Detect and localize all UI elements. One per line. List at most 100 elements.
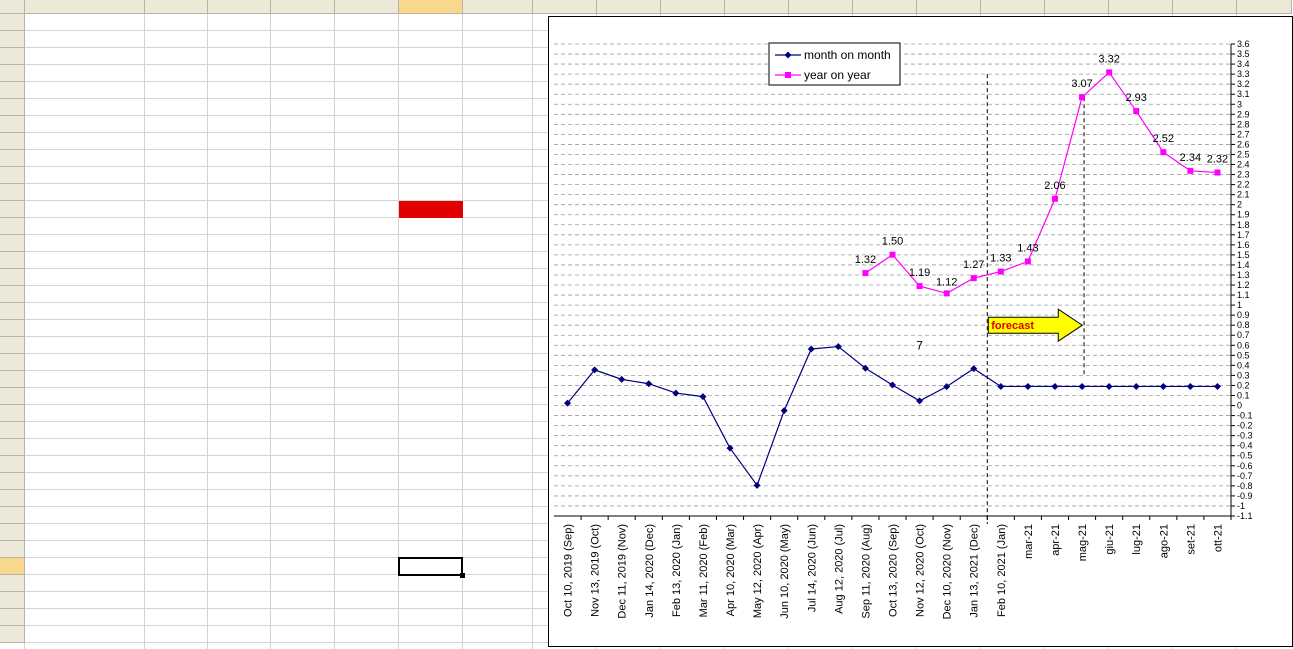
row-header-13[interactable] — [0, 218, 25, 235]
cell-c-17[interactable] — [208, 286, 271, 303]
header-cell-f[interactable] — [399, 14, 463, 31]
cell-a-3[interactable] — [25, 48, 145, 65]
cell-a-2[interactable] — [25, 31, 145, 48]
row-header-18[interactable] — [0, 303, 25, 320]
cell-f-22[interactable] — [399, 371, 463, 388]
cell-c-6[interactable] — [208, 99, 271, 116]
row-header-10[interactable] — [0, 167, 25, 184]
column-header-n[interactable] — [917, 0, 981, 14]
cell-c-5[interactable] — [208, 82, 271, 99]
cell-c-23[interactable] — [208, 388, 271, 405]
row-header-15[interactable] — [0, 252, 25, 269]
cell-a-21[interactable] — [25, 354, 145, 371]
column-header-o[interactable] — [981, 0, 1045, 14]
cell-c-10[interactable] — [208, 167, 271, 184]
row-header-30[interactable] — [0, 507, 25, 524]
cell-a-22[interactable] — [25, 371, 145, 388]
row-header-33[interactable] — [0, 558, 25, 575]
row-header-8[interactable] — [0, 133, 25, 150]
cell-a-17[interactable] — [25, 286, 145, 303]
cell-f-9[interactable] — [399, 150, 463, 167]
row-header-4[interactable] — [0, 65, 25, 82]
row-header-2[interactable] — [0, 31, 25, 48]
row-header-19[interactable] — [0, 320, 25, 337]
column-header-q[interactable] — [1109, 0, 1173, 14]
cell-f-19[interactable] — [399, 320, 463, 337]
cell-f-12[interactable] — [399, 201, 463, 218]
row-header-6[interactable] — [0, 99, 25, 116]
cell-a-8[interactable] — [25, 133, 145, 150]
cell-f-4[interactable] — [399, 65, 463, 82]
row-header-35[interactable] — [0, 592, 25, 609]
cell-a-24[interactable] — [25, 405, 145, 422]
cell-g-9[interactable] — [463, 150, 533, 167]
cell-c-27[interactable] — [208, 456, 271, 473]
row-header-20[interactable] — [0, 337, 25, 354]
cell-c-13[interactable] — [208, 218, 271, 235]
cell-f-11[interactable] — [399, 184, 463, 201]
row-header-28[interactable] — [0, 473, 25, 490]
cell-f-21[interactable] — [399, 354, 463, 371]
cell-c-16[interactable] — [208, 269, 271, 286]
column-header-p[interactable] — [1045, 0, 1109, 14]
cell-c-22[interactable] — [208, 371, 271, 388]
chart-object[interactable]: 3.6 3.5 3.4 3.3 3.2 3.1 3 2.9 2.8 2.7 2.6 2.5 2.4 2.3… — [548, 16, 1293, 647]
column-header-s[interactable] — [1237, 0, 1292, 14]
cell-g-13[interactable] — [463, 218, 533, 235]
column-header-b[interactable] — [145, 0, 208, 14]
column-header-f[interactable] — [399, 0, 463, 14]
cell-g-8[interactable] — [463, 133, 533, 150]
fill-handle[interactable] — [460, 573, 465, 578]
row-header-31[interactable] — [0, 524, 25, 541]
cell-g-10[interactable] — [463, 167, 533, 184]
row-header-24[interactable] — [0, 405, 25, 422]
row-header-32[interactable] — [0, 541, 25, 558]
column-header-m[interactable] — [853, 0, 917, 14]
cell-c-19[interactable] — [208, 320, 271, 337]
cell-c-2[interactable] — [208, 31, 271, 48]
row-header-26[interactable] — [0, 439, 25, 456]
row-header-14[interactable] — [0, 235, 25, 252]
row-header-27[interactable] — [0, 456, 25, 473]
cell-a-15[interactable] — [25, 252, 145, 269]
cell-a-25[interactable] — [25, 422, 145, 439]
cell-f-25[interactable] — [399, 422, 463, 439]
cell-f-18[interactable] — [399, 303, 463, 320]
header-cell-g[interactable] — [463, 14, 533, 31]
row-header-23[interactable] — [0, 388, 25, 405]
cell-a-13[interactable] — [25, 218, 145, 235]
cell-g-15[interactable] — [463, 252, 533, 269]
column-header-g[interactable] — [463, 0, 533, 14]
row-header-29[interactable] — [0, 490, 25, 507]
cell-a-27[interactable] — [25, 456, 145, 473]
cell-c-24[interactable] — [208, 405, 271, 422]
cell-g-14[interactable] — [463, 235, 533, 252]
column-header-c[interactable] — [208, 0, 271, 14]
cell-a-12[interactable] — [25, 201, 145, 218]
cell-f-6[interactable] — [399, 99, 463, 116]
row-header-3[interactable] — [0, 48, 25, 65]
cell-f-2[interactable] — [399, 31, 463, 48]
cell-a-14[interactable] — [25, 235, 145, 252]
row-header-5[interactable] — [0, 82, 25, 99]
cell-f-24[interactable] — [399, 405, 463, 422]
row-header-21[interactable] — [0, 354, 25, 371]
row-header-22[interactable] — [0, 371, 25, 388]
cell-a-9[interactable] — [25, 150, 145, 167]
row-header-1[interactable] — [0, 14, 25, 31]
column-header-e[interactable] — [335, 0, 399, 14]
row-header-7[interactable] — [0, 116, 25, 133]
cell-f-16[interactable] — [399, 269, 463, 286]
column-header-i[interactable] — [597, 0, 661, 14]
cell-f-17[interactable] — [399, 286, 463, 303]
cell-f-20[interactable] — [399, 337, 463, 354]
cell-c-3[interactable] — [208, 48, 271, 65]
cell-a-11[interactable] — [25, 184, 145, 201]
cell-g-6[interactable] — [463, 99, 533, 116]
column-header-r[interactable] — [1173, 0, 1237, 14]
cell-c-8[interactable] — [208, 133, 271, 150]
cell-f-5[interactable] — [399, 82, 463, 99]
cell-c-20[interactable] — [208, 337, 271, 354]
column-header-l[interactable] — [789, 0, 853, 14]
cell-c-26[interactable] — [208, 439, 271, 456]
